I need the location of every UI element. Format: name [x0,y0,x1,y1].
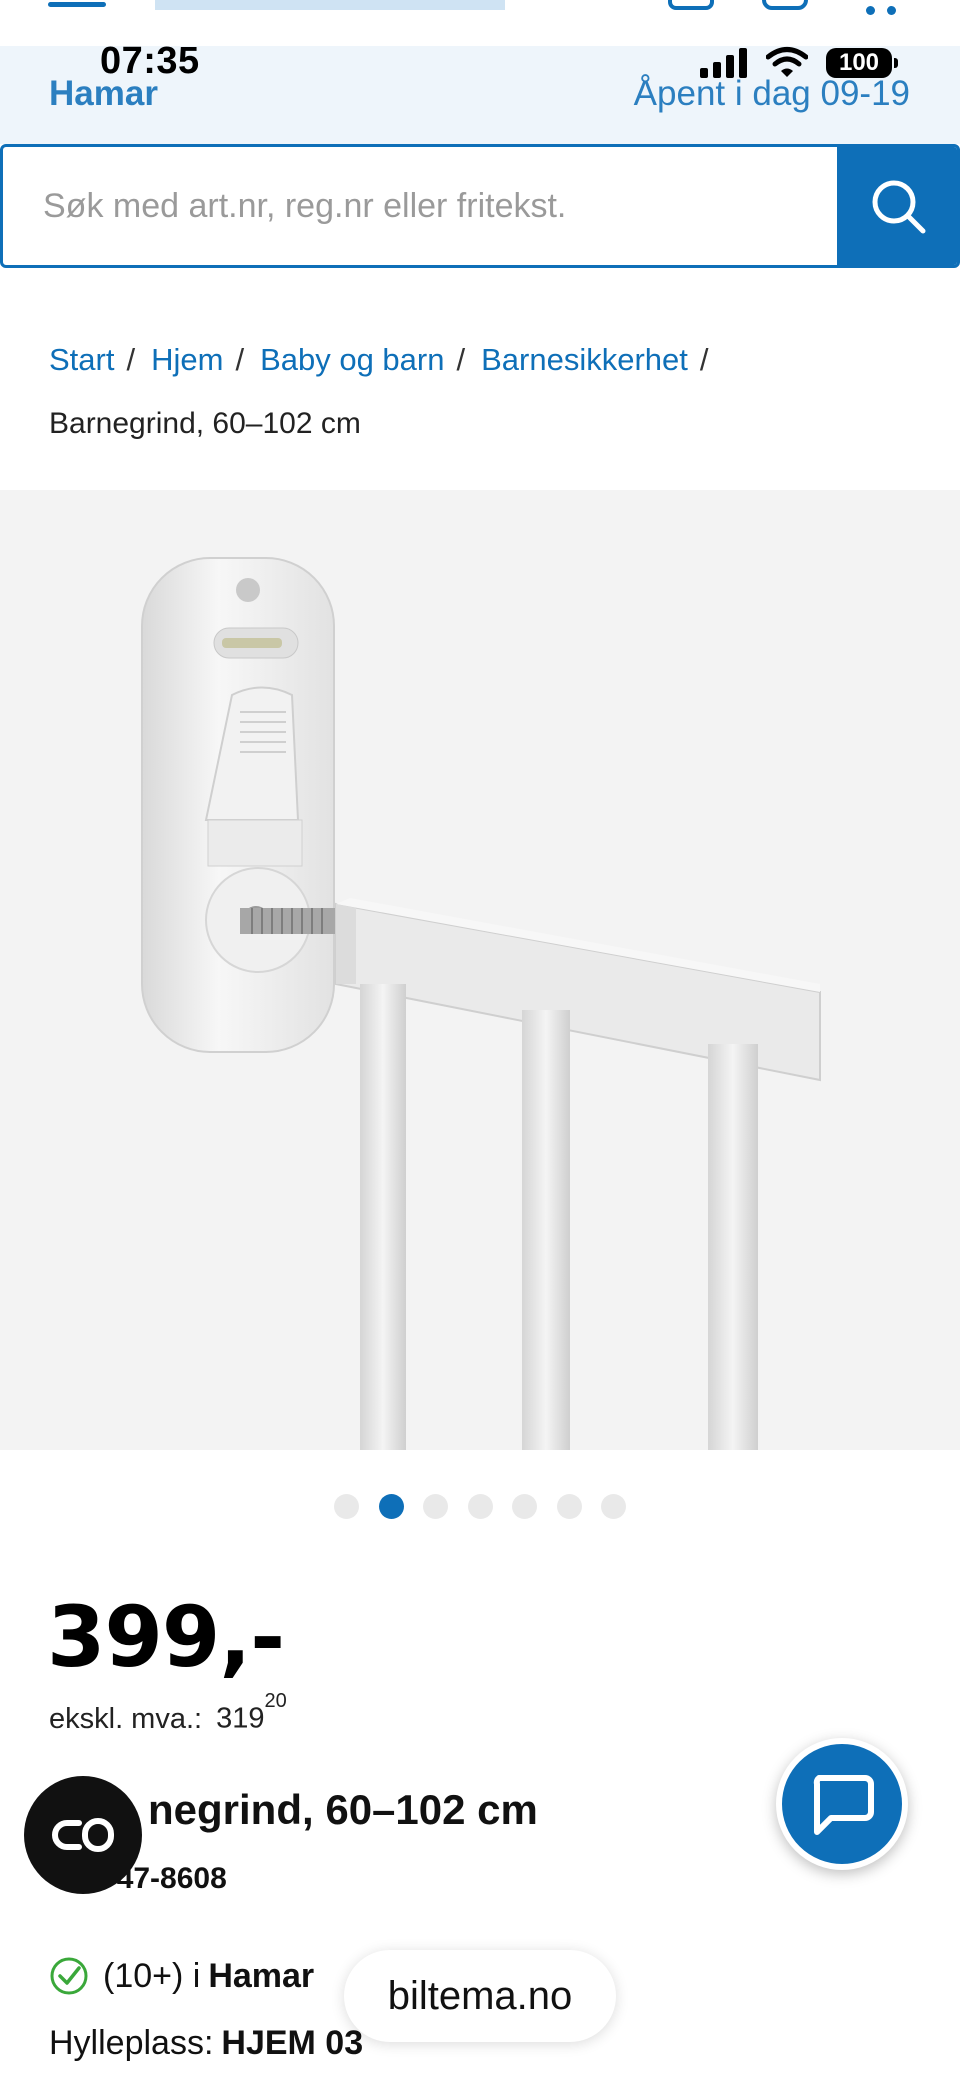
carousel-dot[interactable] [512,1494,537,1519]
user-icon[interactable] [668,0,714,10]
search-input[interactable] [3,147,839,265]
breadcrumb-hjem[interactable]: Hjem [151,340,223,380]
top-bar: 07:35 100 Hamar Åpent i dag 09-19 [0,0,960,144]
store-hours[interactable]: Åpent i dag 09-19 [634,74,910,114]
search-icon [872,180,926,234]
carousel-dot[interactable] [556,1494,582,1519]
breadcrumb-baby-og-barn[interactable]: Baby og barn [260,340,444,380]
product-image[interactable] [0,490,960,1450]
carousel-dot[interactable] [423,1494,448,1519]
product-title: negrind, 60–102 cm [148,1786,538,1833]
search-bar [0,144,960,268]
carousel-dot[interactable] [601,1494,626,1519]
browser-url-bar[interactable]: biltema.no [344,1950,616,2042]
reader-mode-button[interactable] [24,1776,142,1894]
carousel-dot[interactable] [467,1494,493,1519]
stock-store[interactable]: Hamar [208,1957,314,1996]
breadcrumb-separator: / [235,342,245,377]
reader-mode-icon [52,1818,114,1852]
chat-icon [813,1775,874,1835]
ex-vat-decimals: 20 [264,1690,287,1712]
check-circle-icon [50,1957,88,1995]
ex-vat-label: ekskl. mva.: [49,1702,203,1735]
biltema-logo[interactable] [155,0,505,10]
stock-count: (10+) i [103,1956,201,1995]
price-ex-vat: ekskl. mva.: 31920 [49,1690,287,1736]
breadcrumb-barnesikkerhet[interactable]: Barnesikkerhet [481,340,688,380]
cart-icon[interactable] [762,0,808,10]
ex-vat-value: 319 [216,1702,265,1735]
breadcrumb-current: Barnegrind, 60–102 cm [49,407,361,440]
search-button[interactable] [837,147,957,265]
carousel-dot[interactable] [334,1494,359,1519]
shelf-value: HJEM 03 [221,2024,364,2062]
more-icon[interactable] [866,2,914,15]
breadcrumb-start[interactable]: Start [49,340,114,380]
menu-icon[interactable] [48,0,106,10]
stock-status: (10+) i Hamar [49,1956,314,1996]
chat-button[interactable] [776,1738,908,1870]
carousel-dots [334,1494,646,1520]
baby-gate-illustration [141,557,821,1450]
breadcrumb-separator: / [456,342,466,377]
shelf-label: Hylleplass: [49,2024,214,2062]
store-name[interactable]: Hamar [49,74,158,114]
breadcrumb-separator: / [699,342,709,377]
shelf-location: Hylleplass: HJEM 03 [49,2024,363,2063]
breadcrumb-separator: / [126,342,136,377]
carousel-dot-active[interactable] [378,1494,404,1519]
product-price: 399,- [47,1588,285,1686]
breadcrumb: Start / Hjem / Baby og barn / Barnesikke… [49,340,725,444]
